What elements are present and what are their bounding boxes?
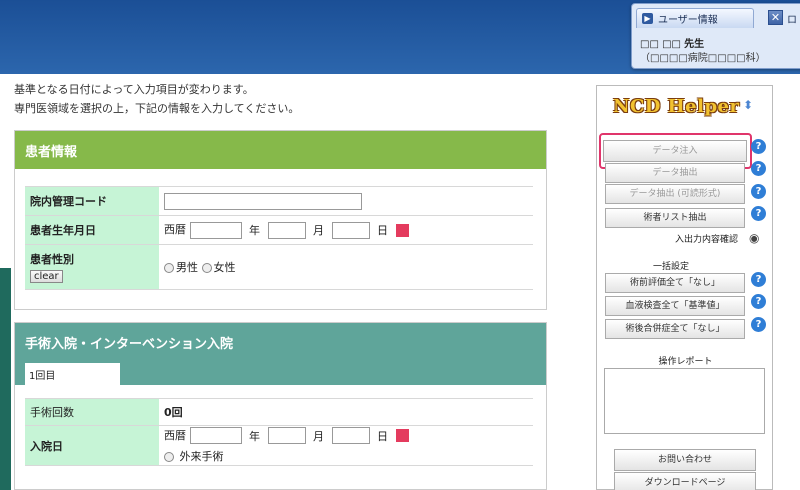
close-icon[interactable]: ✕ [768, 10, 783, 25]
surgery-form-table: 手術回数 0回 入院日 西暦 年 月 日 外来手術 [25, 398, 533, 466]
user-info-tab-label: ユーザー情報 [658, 15, 718, 26]
help-icon[interactable]: ? [751, 294, 766, 309]
admit-month-input[interactable] [267, 427, 306, 445]
female-radio[interactable] [201, 263, 212, 273]
intro-line-1: 基準となる日付によって入力項目が変わります。 [14, 83, 254, 96]
admit-month-unit: 月 [313, 429, 324, 443]
table-row: 患者性別 clear 男性 女性 [25, 244, 533, 290]
patient-section-title: 患者情報 [15, 131, 546, 169]
intro-line-2: 専門医領域を選択の上，下記の情報を入力してください。 [14, 102, 300, 115]
dob-era: 西暦 [164, 223, 186, 237]
sex-label-cell: 患者性別 clear [25, 244, 159, 290]
outpatient-row: 外来手術 [164, 448, 528, 464]
table-row: 患者生年月日 西暦 年 月 日 [25, 215, 533, 245]
admit-day-input[interactable] [331, 427, 370, 445]
dob-cell: 西暦 年 月 日 [159, 215, 533, 245]
postop-none-button[interactable]: 術後合併症全て「なし」 [605, 319, 745, 339]
data-inject-button[interactable]: データ注入 [603, 140, 747, 162]
table-row: 院内管理コード [25, 186, 533, 216]
swap-arrows-icon[interactable]: ⬍ [743, 98, 753, 112]
admit-year-unit: 年 [249, 429, 260, 443]
help-icon[interactable]: ? [751, 317, 766, 332]
user-name: □□ □□ 先生 [640, 35, 704, 50]
patient-info-section: 患者情報 院内管理コード 患者生年月日 西暦 年 月 日 患者性別 clear … [14, 130, 547, 310]
admit-date-cell: 西暦 年 月 日 外来手術 [159, 425, 533, 466]
surgery-admission-section: 手術入院・インターベンション入院 1回目 手術回数 0回 入院日 西暦 年 月 … [14, 322, 547, 490]
operation-report-textarea[interactable] [604, 368, 765, 434]
bulk-settings-label: 一括設定 [652, 262, 689, 272]
intro-text: 基準となる日付によって入力項目が変わります。 専門医領域を選択の上，下記の情報を… [14, 80, 299, 118]
dob-day-unit: 日 [377, 224, 388, 238]
dob-day-input[interactable] [331, 221, 370, 239]
patient-id-input[interactable] [164, 192, 362, 210]
dob-label: 患者生年月日 [25, 215, 159, 245]
ncd-helper-logo: NCD Helper [613, 96, 740, 117]
outpatient-label: 外来手術 [179, 450, 224, 464]
logout-link[interactable]: ロ [787, 11, 797, 26]
outpatient-radio[interactable] [164, 452, 174, 463]
help-icon[interactable]: ? [751, 272, 766, 287]
clear-button[interactable]: clear [30, 270, 63, 283]
male-radio[interactable] [164, 263, 174, 273]
play-icon: ▶ [642, 13, 653, 24]
surgery-count-label: 手術回数 [25, 398, 159, 426]
calendar-icon[interactable] [395, 223, 411, 238]
dob-year-input[interactable] [189, 221, 242, 239]
user-hospital: （□□□□病院□□□□科） [640, 53, 766, 64]
male-label: 男性 [176, 261, 198, 274]
ncd-helper-panel: NCD Helper ⬍ データ注入 データ抽出 データ抽出 (可読形式) 術者… [596, 85, 773, 490]
sex-label: 患者性別 [30, 253, 74, 266]
help-icon[interactable]: ? [751, 184, 766, 199]
patient-form-table: 院内管理コード 患者生年月日 西暦 年 月 日 患者性別 clear 男性 女性 [25, 186, 533, 290]
dob-month-unit: 月 [313, 224, 324, 238]
patient-id-label: 院内管理コード [25, 186, 159, 216]
surgery-section-title: 手術入院・インターベンション入院 [15, 323, 546, 361]
data-extract-button[interactable]: データ抽出 [605, 163, 745, 183]
download-page-button[interactable]: ダウンロードページ [614, 472, 756, 490]
admit-year-input[interactable] [189, 427, 242, 445]
surgery-count-value: 0回 [159, 398, 533, 426]
admit-date-row: 西暦 年 月 日 [164, 427, 528, 445]
admit-era: 西暦 [164, 428, 186, 442]
blood-test-baseline-button[interactable]: 血液検査全て「基準値」 [605, 296, 745, 316]
calendar-icon[interactable] [395, 429, 411, 444]
contact-button[interactable]: お問い合わせ [614, 449, 756, 471]
io-confirm-label: 入出力内容確認 [675, 235, 739, 245]
round-tabbar: 1回目 [15, 361, 546, 385]
admit-day-unit: 日 [377, 429, 388, 443]
left-edge-bar [0, 268, 11, 490]
operation-report-label: 操作レポート [658, 357, 713, 367]
admit-date-label: 入院日 [25, 425, 159, 466]
dob-year-unit: 年 [249, 224, 260, 238]
eye-icon[interactable]: ◉ [749, 231, 759, 245]
help-icon[interactable]: ? [751, 139, 766, 154]
female-label: 女性 [213, 261, 236, 274]
site-header: ▶ ユーザー情報 ✕ ロ □□ □□ 先生 （□□□□病院□□□□科） [0, 0, 800, 74]
data-extract-readable-button[interactable]: データ抽出 (可読形式) [605, 184, 745, 204]
help-icon[interactable]: ? [751, 161, 766, 176]
table-row: 入院日 西暦 年 月 日 外来手術 [25, 425, 533, 466]
tab-round-1[interactable]: 1回目 [25, 363, 120, 385]
user-info-tab[interactable]: ▶ ユーザー情報 [636, 8, 754, 28]
table-row: 手術回数 0回 [25, 398, 533, 426]
user-info-panel: ▶ ユーザー情報 ✕ ロ □□ □□ 先生 （□□□□病院□□□□科） [631, 3, 800, 69]
preop-none-button[interactable]: 術前評価全て「なし」 [605, 273, 745, 293]
dob-month-input[interactable] [267, 221, 306, 239]
help-icon[interactable]: ? [751, 206, 766, 221]
patient-id-cell [159, 186, 533, 216]
surgeon-list-button[interactable]: 術者リスト抽出 [605, 208, 745, 228]
sex-cell: 男性 女性 [159, 244, 533, 290]
